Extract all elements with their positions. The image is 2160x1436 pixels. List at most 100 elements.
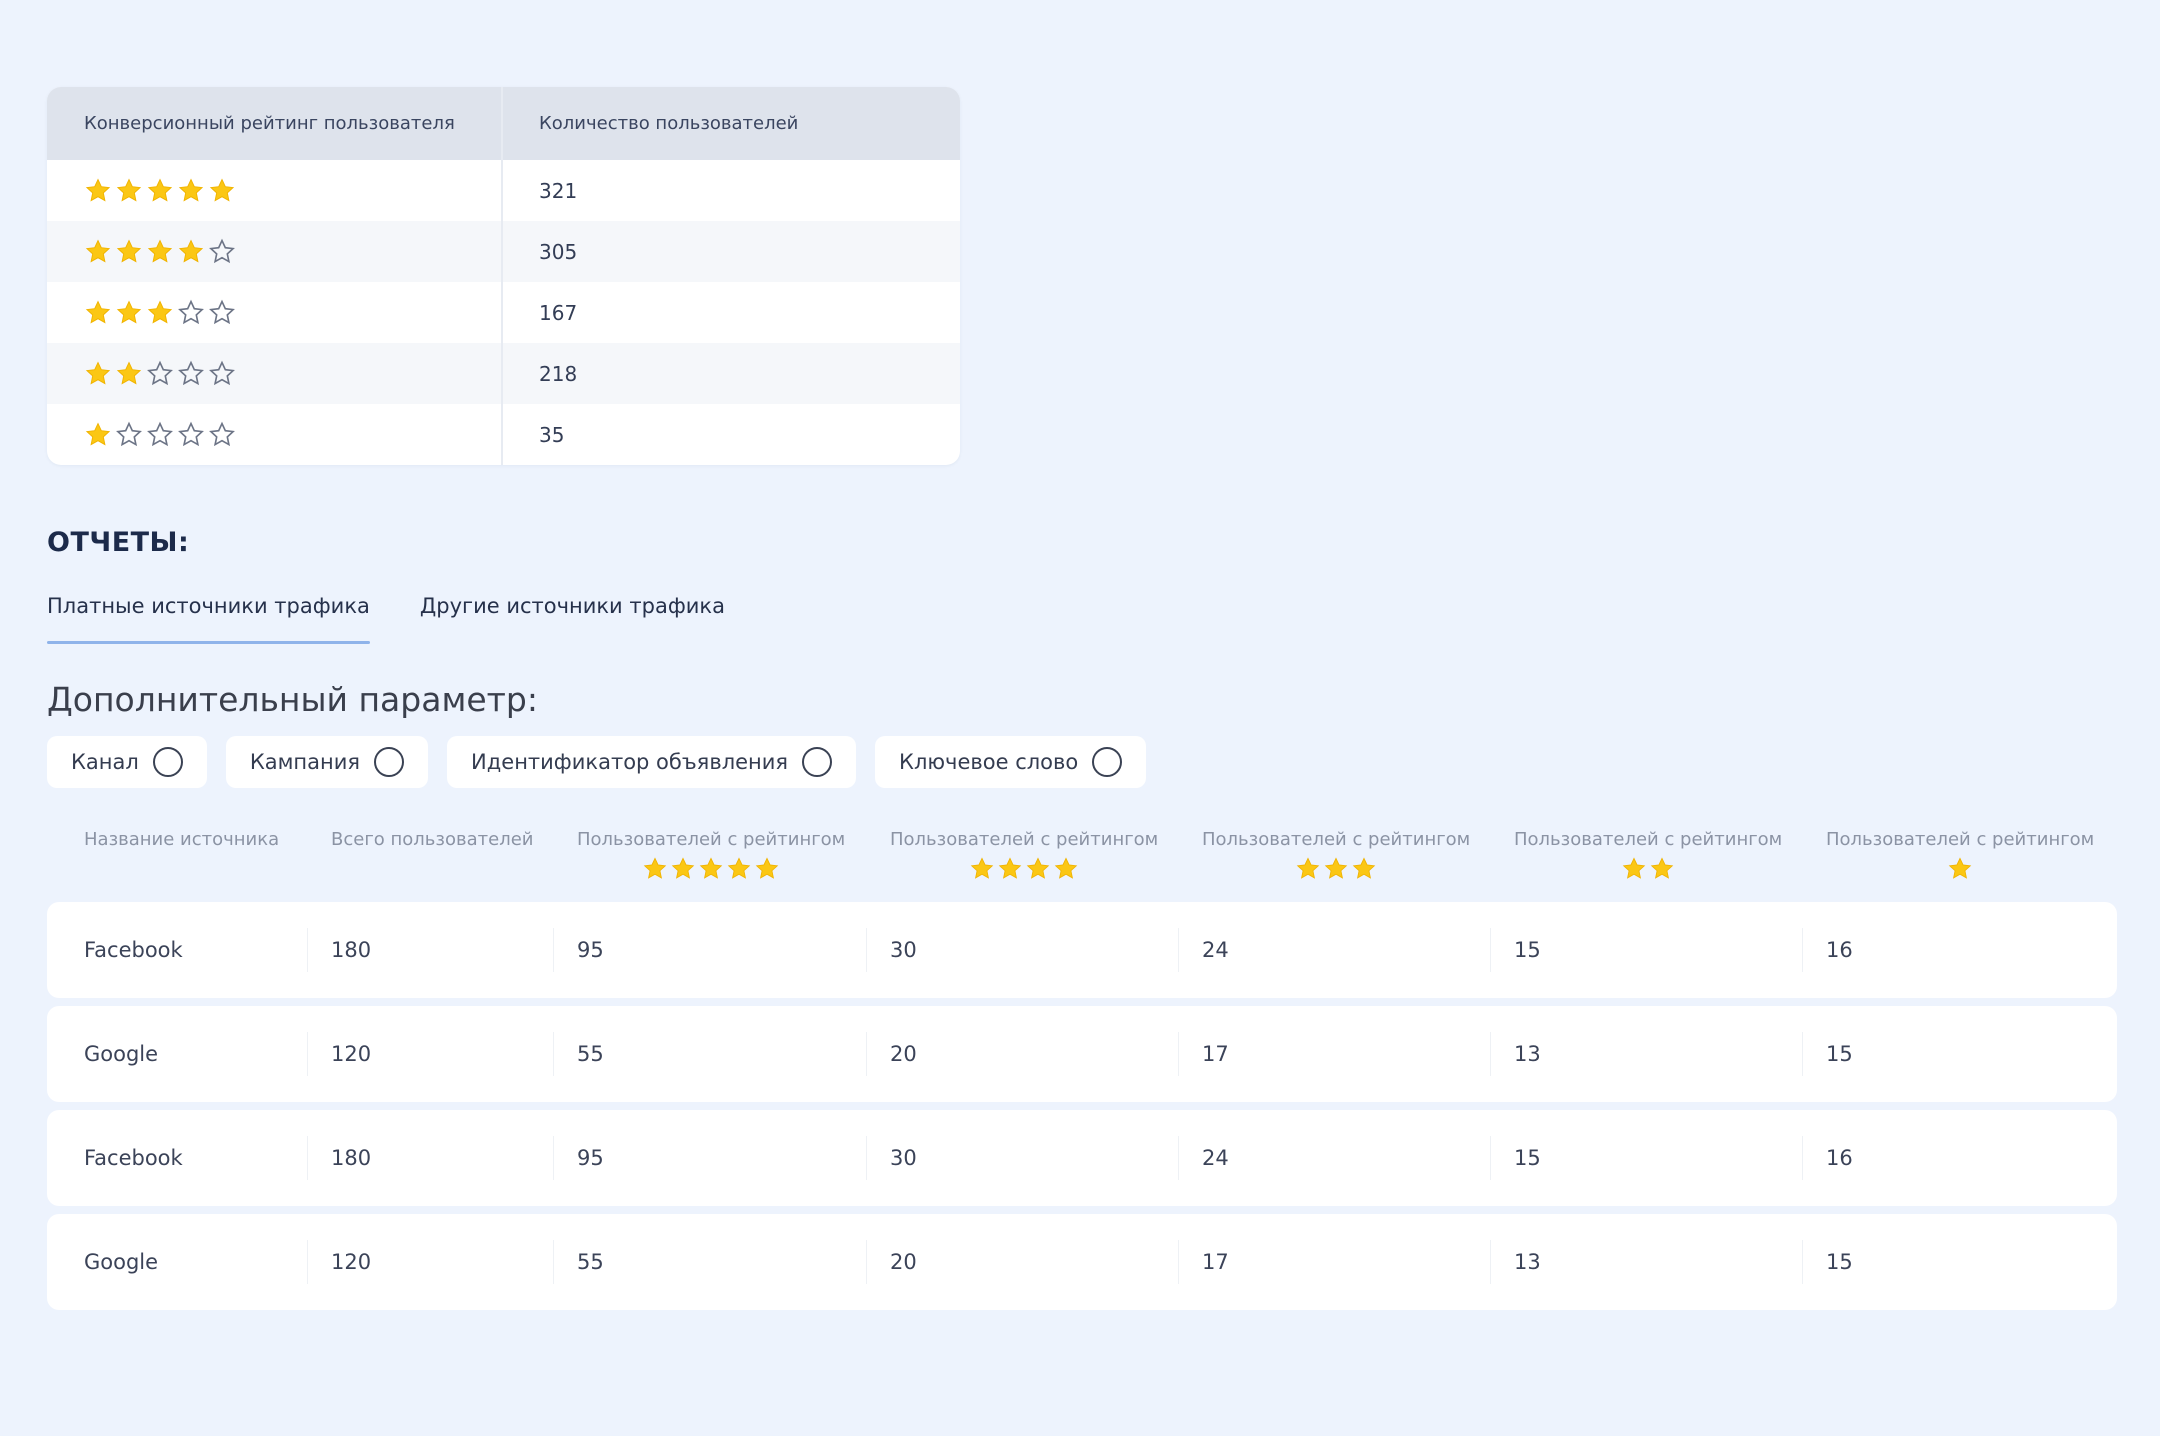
table-row[interactable]: Google 120 55 20 17 13 15 [47, 1214, 2117, 1310]
table-row[interactable]: Facebook 180 95 30 24 15 16 [47, 902, 2117, 998]
column-divider [866, 1240, 867, 1284]
header-star-rating [1202, 856, 1470, 882]
source-name-cell: Google [84, 1250, 159, 1274]
param-option-label: Канал [71, 750, 139, 774]
star-rating [84, 360, 236, 388]
sources-table-body: Facebook 180 95 30 24 15 16 Google 120 55 20 17 13 15… [47, 902, 2117, 1318]
table-row[interactable]: Google 120 55 20 17 13 15 [47, 1006, 2117, 1102]
tab-paid-traffic[interactable]: Платные источники трафика [47, 594, 370, 644]
source-name-header: Название источника [84, 829, 280, 850]
param-option-campaign[interactable]: Кампания [225, 736, 429, 788]
column-divider [1490, 928, 1491, 972]
user-count: 305 [539, 239, 578, 264]
value-cell: 16 [1826, 1146, 1853, 1170]
star-filled-icon [755, 857, 779, 879]
star-rating [84, 238, 236, 266]
rating-table-body: 321 305 167 218 35 [47, 160, 960, 465]
star-filled-icon [178, 238, 204, 262]
param-title: Дополнительный параметр: [47, 680, 538, 719]
source-name-cell: Facebook [84, 1146, 183, 1170]
value-cell: 13 [1514, 1042, 1541, 1066]
rated-users-header-2: Пользователей с рейтингом [1514, 829, 1782, 882]
sources-table-header: Название источника Всего пользователей Пол… [47, 829, 2117, 887]
value-cell: 24 [1202, 938, 1229, 962]
value-cell: 24 [1202, 1146, 1229, 1170]
value-cell: 55 [577, 1250, 604, 1274]
rating-row: 305 [47, 221, 960, 282]
header-star-rating [1826, 856, 2094, 882]
value-cell: 120 [331, 1250, 372, 1274]
column-divider [1490, 1136, 1491, 1180]
star-filled-icon [1296, 857, 1320, 879]
star-filled-icon [116, 299, 142, 323]
value-cell: 120 [331, 1042, 372, 1066]
rated-users-header-5: Пользователей с рейтингом [577, 829, 845, 882]
rating-table-header: Конверсионный рейтинг пользователя Колич… [47, 87, 960, 160]
column-divider [553, 928, 554, 972]
column-divider [866, 928, 867, 972]
rating-table: Конверсионный рейтинг пользователя Колич… [47, 87, 960, 465]
value-cell: 15 [1514, 938, 1541, 962]
rating-row: 218 [47, 343, 960, 404]
radio-button[interactable] [152, 747, 183, 777]
star-filled-icon [116, 238, 142, 262]
header-star-rating [1514, 856, 1782, 882]
star-filled-icon [178, 177, 204, 201]
star-filled-icon [85, 299, 111, 323]
star-filled-icon [998, 857, 1022, 879]
column-divider [866, 1032, 867, 1076]
column-divider [1178, 1136, 1179, 1180]
column-divider [307, 1136, 308, 1180]
star-filled-icon [147, 238, 173, 262]
radio-button[interactable] [374, 747, 405, 777]
star-outline-icon [209, 421, 235, 446]
value-cell: 16 [1826, 938, 1853, 962]
value-cell: 20 [890, 1042, 917, 1066]
radio-button[interactable] [802, 747, 833, 777]
star-filled-icon [147, 299, 173, 323]
star-filled-icon [85, 421, 111, 445]
column-divider [1802, 928, 1803, 972]
star-outline-icon [178, 360, 204, 385]
user-count: 167 [539, 300, 578, 325]
value-cell: 17 [1202, 1250, 1229, 1274]
column-divider [307, 1240, 308, 1284]
rating-row: 35 [47, 404, 960, 465]
star-filled-icon [1026, 857, 1050, 879]
star-filled-icon [671, 857, 695, 879]
star-outline-icon [147, 360, 173, 385]
star-outline-icon [116, 421, 142, 446]
param-option-label: Кампания [249, 750, 361, 774]
star-outline-icon [209, 360, 235, 385]
value-cell: 180 [331, 1146, 372, 1170]
star-outline-icon [178, 299, 204, 324]
value-cell: 30 [890, 938, 917, 962]
tab-other-traffic[interactable]: Другие источники трафика [420, 594, 725, 644]
param-option-keyword[interactable]: Ключевое слово [875, 736, 1147, 788]
radio-button[interactable] [1092, 747, 1123, 777]
user-count: 321 [539, 178, 578, 203]
source-name-cell: Facebook [84, 938, 183, 962]
column-divider [307, 1032, 308, 1076]
value-cell: 15 [1826, 1042, 1853, 1066]
star-filled-icon [85, 238, 111, 262]
star-filled-icon [699, 857, 723, 879]
param-option-channel[interactable]: Канал [47, 736, 207, 788]
value-cell: 180 [331, 938, 372, 962]
star-filled-icon [85, 177, 111, 201]
value-cell: 13 [1514, 1250, 1541, 1274]
user-count: 218 [539, 361, 578, 386]
column-divider [1178, 1240, 1179, 1284]
star-rating [84, 299, 236, 327]
rated-users-header-1: Пользователей с рейтингом [1826, 829, 2094, 882]
value-cell: 30 [890, 1146, 917, 1170]
value-cell: 95 [577, 1146, 604, 1170]
value-cell: 20 [890, 1250, 917, 1274]
star-filled-icon [1352, 857, 1376, 879]
rating-row: 321 [47, 160, 960, 221]
report-tabs: Платные источники трафика Другие источни… [47, 594, 725, 644]
param-option-ad-id[interactable]: Идентификатор объявления [447, 736, 857, 788]
table-row[interactable]: Facebook 180 95 30 24 15 16 [47, 1110, 2117, 1206]
column-divider [553, 1136, 554, 1180]
total-users-header: Всего пользователей [331, 829, 534, 850]
